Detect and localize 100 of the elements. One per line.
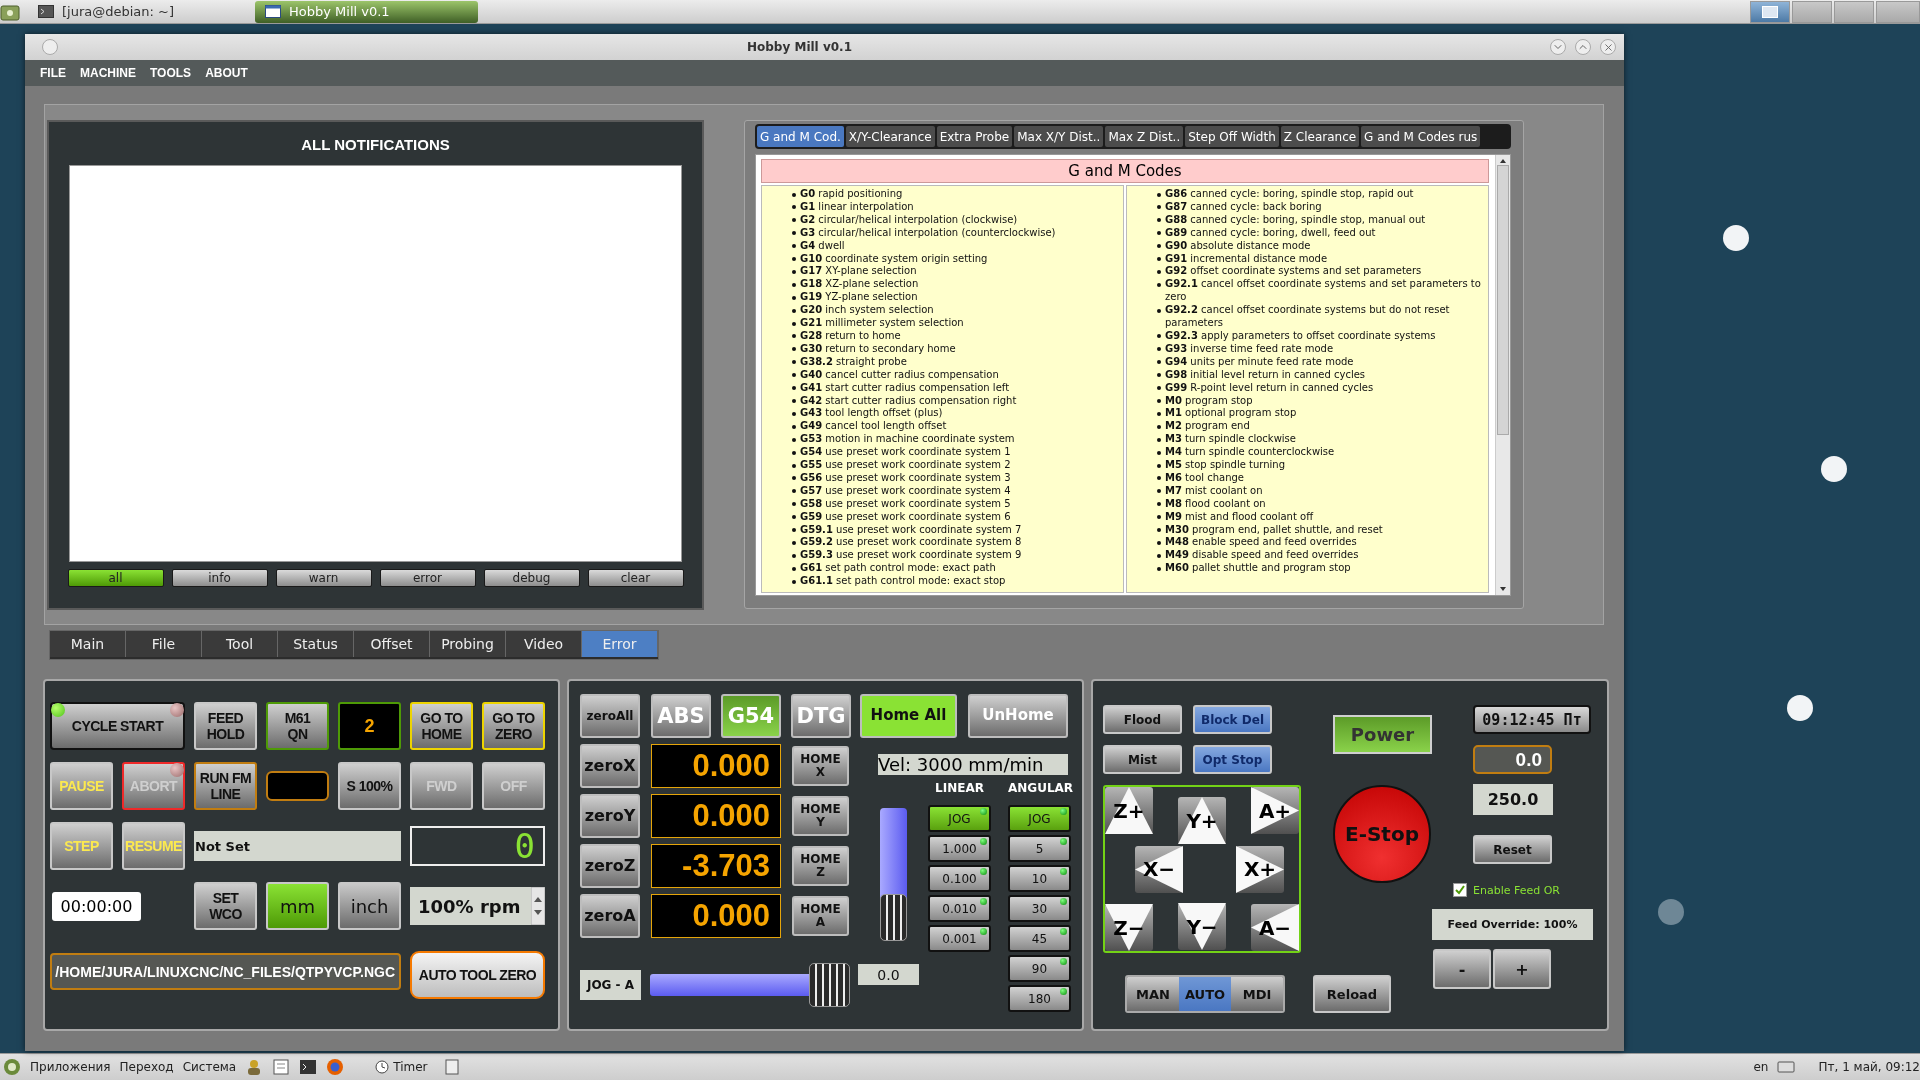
home-axis-button[interactable]: HOME Y <box>792 796 849 836</box>
toggle-button[interactable]: Block Del <box>1193 705 1272 734</box>
workspace-button[interactable] <box>1876 0 1920 23</box>
mode-button[interactable]: MDI <box>1231 977 1283 1011</box>
tab[interactable]: G and M Codes rus <box>1361 126 1481 147</box>
toggle-button[interactable]: Mist <box>1103 745 1182 774</box>
workspace-button[interactable] <box>1792 0 1832 23</box>
zero-axis-button[interactable]: zeroA <box>580 894 640 938</box>
jog-step-button[interactable]: 10 <box>1008 865 1071 892</box>
home-axis-button[interactable]: HOME A <box>792 896 849 936</box>
jog-step-button[interactable]: 0.001 <box>928 925 991 952</box>
direction-button[interactable]: A− <box>1251 904 1299 951</box>
checkbox[interactable] <box>1453 883 1467 897</box>
home-axis-button[interactable]: HOME Z <box>792 846 849 886</box>
slider-thumb[interactable] <box>880 894 907 941</box>
window-menu-button[interactable] <box>42 39 58 55</box>
toggle-button[interactable]: Flood <box>1103 705 1182 734</box>
direction-button[interactable]: X− <box>1135 845 1183 893</box>
workspace-button[interactable] <box>1750 0 1790 23</box>
jog-step-button[interactable]: JOG <box>928 805 991 832</box>
zero-axis-button[interactable]: zeroZ <box>580 844 640 888</box>
control-button[interactable]: RUN FM LINE <box>194 762 257 810</box>
control-button[interactable]: GO TO HOME <box>410 702 473 750</box>
unit-button[interactable]: mm <box>266 882 329 930</box>
direction-button[interactable]: X+ <box>1236 845 1284 893</box>
workspace-button[interactable] <box>1834 0 1874 23</box>
tab[interactable]: Max X/Y Dist.. <box>1014 126 1104 147</box>
tab[interactable]: Status <box>278 631 354 657</box>
tab[interactable]: Extra Probe <box>936 126 1013 147</box>
feed-slider[interactable] <box>880 808 907 941</box>
filter-button[interactable]: clear <box>587 569 684 587</box>
taskbar-menu[interactable]: Приложения <box>30 1060 111 1074</box>
taskbar-menu[interactable]: Система <box>182 1060 237 1074</box>
jog-step-button[interactable]: 30 <box>1008 895 1071 922</box>
menu-item[interactable]: ABOUT <box>198 66 255 80</box>
tab[interactable]: Main <box>50 631 126 657</box>
menu-item[interactable]: FILE <box>33 66 73 80</box>
jog-step-button[interactable]: 0.010 <box>928 895 991 922</box>
override-button[interactable]: - <box>1433 949 1491 989</box>
tab[interactable]: File <box>126 631 202 657</box>
speed-spinbox[interactable]: 100% rpm <box>410 887 545 925</box>
minimize-button[interactable] <box>1550 39 1566 55</box>
tab[interactable]: Video <box>506 631 582 657</box>
filter-button[interactable]: debug <box>483 569 580 587</box>
close-button[interactable] <box>1600 39 1616 55</box>
tab[interactable]: Max Z Dist.. <box>1105 126 1184 147</box>
taskbar-button[interactable]: [jura@debian: ~] <box>28 0 248 23</box>
zero-axis-button[interactable]: zeroY <box>580 794 640 838</box>
jog-slider[interactable] <box>650 963 849 1007</box>
jog-step-button[interactable]: 5 <box>1008 835 1071 862</box>
mode-button[interactable]: AUTO <box>1179 977 1231 1011</box>
zero-all-button[interactable]: zeroAll <box>580 694 640 738</box>
direction-button[interactable]: Z+ <box>1105 787 1153 834</box>
slider-thumb[interactable] <box>809 963 850 1007</box>
taskbar-button[interactable]: Timer <box>367 1056 436 1078</box>
tab[interactable]: Offset <box>354 631 430 657</box>
cycle-start-button[interactable]: CYCLE START <box>50 702 185 750</box>
toggle-button[interactable]: Opt Stop <box>1193 745 1272 774</box>
tab[interactable]: Probing <box>430 631 506 657</box>
control-button[interactable]: FEED HOLD <box>194 702 257 750</box>
filter-button[interactable]: error <box>379 569 476 587</box>
menu-item[interactable]: TOOLS <box>143 66 199 80</box>
reset-button[interactable]: Reset <box>1473 835 1552 864</box>
maximize-button[interactable] <box>1575 39 1591 55</box>
tab[interactable]: Tool <box>202 631 278 657</box>
override-button[interactable]: + <box>1493 949 1551 989</box>
tab[interactable]: Z Clearance <box>1280 126 1360 147</box>
scrollbar[interactable] <box>1495 155 1510 595</box>
tab[interactable]: Error <box>582 631 658 657</box>
homing-button[interactable]: Home All <box>860 694 957 738</box>
filter-button[interactable]: warn <box>275 569 372 587</box>
jog-step-button[interactable]: JOG <box>1008 805 1071 832</box>
tab[interactable]: X/Y-Clearance <box>845 126 935 147</box>
mode-button[interactable]: MAN <box>1127 977 1179 1011</box>
jog-step-button[interactable]: 0.100 <box>928 865 991 892</box>
reload-button[interactable]: Reload <box>1313 975 1391 1013</box>
home-axis-button[interactable]: HOME X <box>792 746 849 786</box>
menu-item[interactable]: MACHINE <box>73 66 143 80</box>
control-button[interactable]: M61 QN <box>266 702 329 750</box>
jog-step-button[interactable]: 1.000 <box>928 835 991 862</box>
unit-button[interactable]: inch <box>338 882 401 930</box>
jog-step-button[interactable]: 45 <box>1008 925 1071 952</box>
taskbar-button[interactable]: Hobby Mill v0.1 <box>255 0 478 23</box>
control-button[interactable]: SET WCO <box>194 882 257 930</box>
emergency-stop-button[interactable]: E-Stop <box>1333 785 1431 883</box>
control-button[interactable]: GO TO ZERO <box>482 702 545 750</box>
zero-axis-button[interactable]: zeroX <box>580 744 640 788</box>
filter-button[interactable]: info <box>171 569 268 587</box>
direction-button[interactable]: Z− <box>1105 904 1153 951</box>
jog-step-button[interactable]: 90 <box>1008 955 1071 982</box>
control-button[interactable]: AUTO TOOL ZERO <box>410 951 545 999</box>
direction-button[interactable]: Y− <box>1178 903 1226 950</box>
taskbar-menu[interactable]: Переход <box>119 1060 174 1074</box>
control-button[interactable]: S 100% <box>338 762 401 810</box>
tab[interactable]: G and M Cod. <box>757 126 844 147</box>
filter-button[interactable]: all <box>67 569 164 587</box>
jog-step-button[interactable]: 180 <box>1008 985 1071 1012</box>
power-button[interactable]: Power <box>1333 715 1432 754</box>
direction-button[interactable]: Y+ <box>1178 797 1226 844</box>
tab[interactable]: Step Off Width <box>1185 126 1279 147</box>
